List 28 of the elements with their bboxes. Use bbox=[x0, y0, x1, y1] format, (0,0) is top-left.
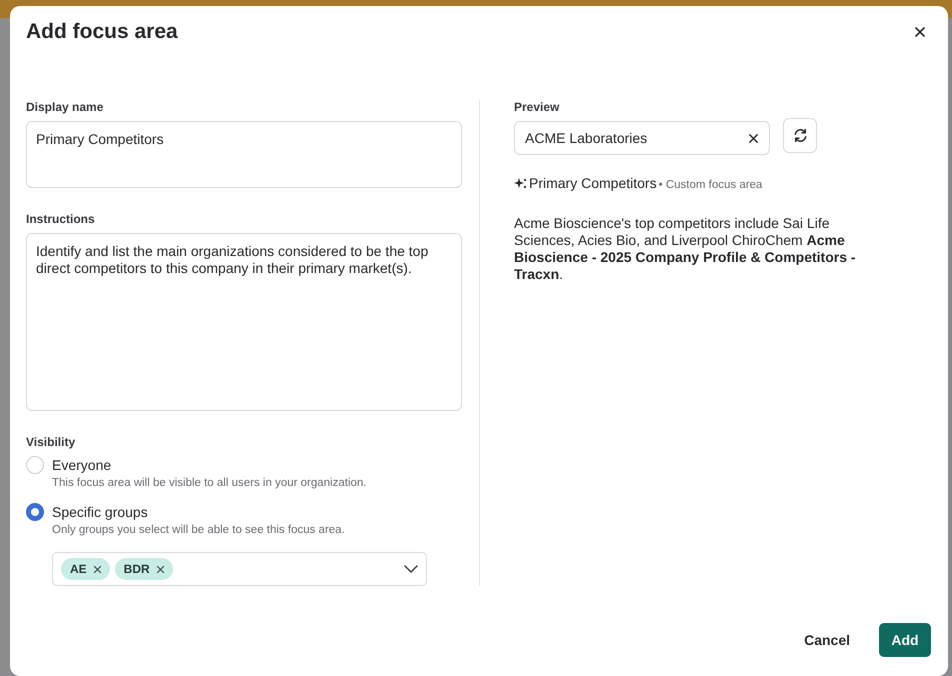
company-field[interactable]: ACME Laboratories bbox=[514, 121, 770, 155]
text-area[interactable]: Identify and list the main organizations considered to be the top direct competitors to this company in their primary market(s). bbox=[26, 233, 462, 411]
field-label: Instructions bbox=[26, 212, 96, 226]
close-icon[interactable] bbox=[914, 26, 926, 38]
group-chip[interactable]: BDR bbox=[114, 558, 173, 580]
radio-description: This focus area will be visible to all users in your organization. bbox=[52, 477, 368, 489]
field-label: Display name bbox=[26, 100, 104, 114]
focus-area-type: • Custom focus area bbox=[658, 179, 762, 191]
field-label: Preview bbox=[514, 100, 560, 114]
field-label: Visibility bbox=[26, 435, 76, 449]
sparkle-icon bbox=[514, 176, 527, 190]
input-field[interactable]: Primary Competitors bbox=[26, 121, 462, 188]
preview-text: Acme Bioscience's top competitors include Sai Life Sciences, Acies Bio, and Liverpool ChiroChem Acme Bioscience - 2025 Company Profile & Competitors - Tracxn. bbox=[514, 215, 857, 283]
add-button[interactable]: Add bbox=[879, 623, 931, 657]
remove-icon[interactable] bbox=[92, 564, 102, 574]
radio-button[interactable] bbox=[26, 503, 44, 521]
clear-icon[interactable] bbox=[748, 132, 759, 144]
radio-label[interactable]: Specific groups bbox=[52, 503, 462, 521]
dialog-title: Add focus area bbox=[26, 19, 178, 45]
group-select[interactable]: AE BDR bbox=[52, 552, 427, 586]
remove-icon[interactable] bbox=[156, 564, 165, 574]
radio-description: Only groups you select will be able to see this focus area. bbox=[52, 524, 346, 536]
chevron-down-icon[interactable] bbox=[404, 565, 418, 573]
refresh-button[interactable] bbox=[783, 118, 817, 153]
refresh-icon bbox=[792, 128, 808, 143]
radio-label[interactable]: Everyone bbox=[52, 456, 462, 474]
focus-area-name: Primary Competitors bbox=[529, 175, 657, 191]
group-chip[interactable]: AE bbox=[61, 558, 110, 580]
